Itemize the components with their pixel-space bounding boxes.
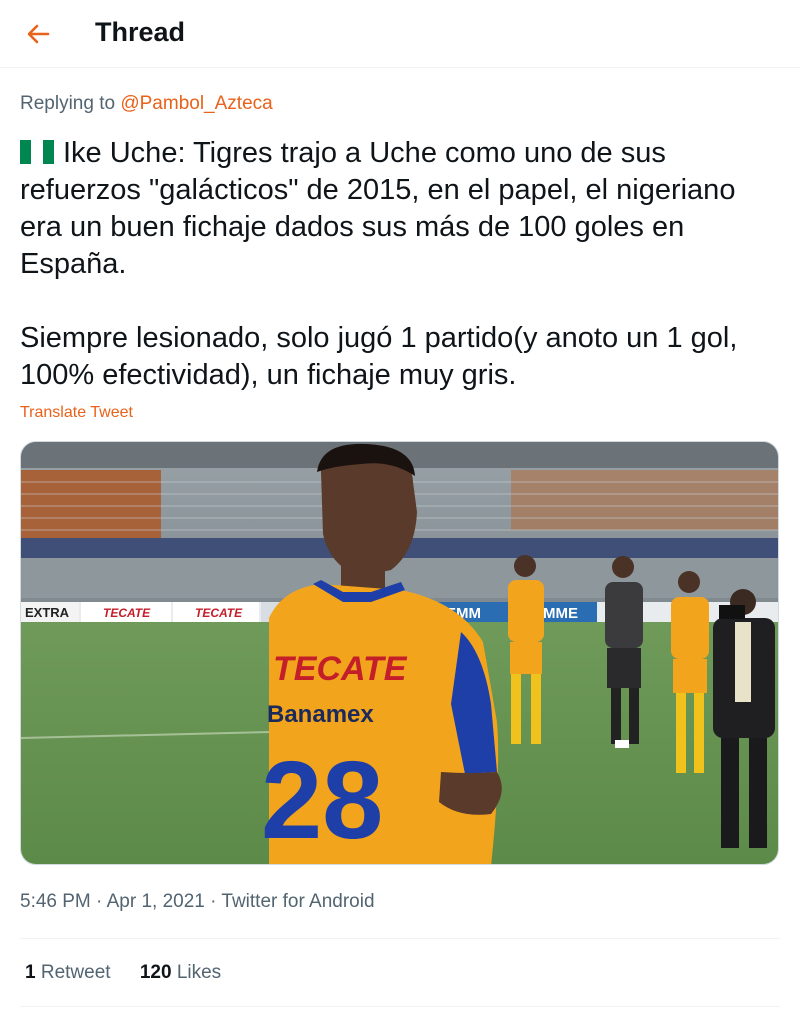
tweet-paragraph-1-text: Ike Uche: Tigres trajo a Uche como uno d… bbox=[20, 137, 736, 280]
retweets-label: Retweet bbox=[40, 962, 111, 983]
top-bar: Thread bbox=[0, 0, 800, 68]
tweet-source-link[interactable]: Twitter for Android bbox=[221, 891, 374, 912]
divider bbox=[20, 1006, 780, 1007]
retweets-count: 1 bbox=[25, 962, 36, 983]
back-button[interactable] bbox=[22, 18, 54, 50]
stadium-photo: EXTRA TECATE TECATE EMM EMME TECATE Bana… bbox=[21, 442, 778, 864]
divider bbox=[20, 938, 780, 939]
translate-tweet-link[interactable]: Translate Tweet bbox=[20, 404, 133, 422]
jersey-number: 28 bbox=[261, 739, 383, 862]
tweet-date[interactable]: Apr 1, 2021 bbox=[107, 891, 205, 912]
meta-separator: · bbox=[96, 891, 103, 912]
likes-stat[interactable]: 120 Likes bbox=[140, 962, 221, 984]
jersey-sponsor-2: Banamex bbox=[267, 701, 374, 728]
tweet-paragraph-2: Siempre lesionado, solo jugó 1 partido(y… bbox=[20, 322, 738, 391]
tweet-text: Ike Uche: Tigres trajo a Uche como uno d… bbox=[20, 135, 790, 394]
likes-count: 120 bbox=[139, 962, 172, 983]
likes-label: Likes bbox=[176, 962, 222, 983]
page-title: Thread bbox=[95, 17, 186, 47]
board-ad-3: TECATE bbox=[195, 606, 243, 620]
tweet-stats: 1 Retweet 120 Likes bbox=[25, 962, 245, 984]
tweet-paragraph-1: Ike Uche: Tigres trajo a Uche como uno d… bbox=[20, 135, 790, 283]
board-ad-1: EXTRA bbox=[25, 605, 70, 620]
replying-handle-link[interactable]: @Pambol_Azteca bbox=[120, 93, 272, 114]
tweet-time: 5:46 PM bbox=[20, 891, 91, 912]
jersey-sponsor: TECATE bbox=[273, 650, 408, 688]
replying-to: Replying to @Pambol_Azteca bbox=[20, 93, 273, 115]
board-ad-2: TECATE bbox=[103, 606, 151, 620]
tweet-media-image[interactable]: EXTRA TECATE TECATE EMM EMME TECATE Bana… bbox=[20, 441, 779, 865]
meta-separator: · bbox=[210, 891, 217, 912]
arrow-left-icon bbox=[27, 24, 50, 44]
retweets-stat[interactable]: 1 Retweet bbox=[25, 962, 111, 984]
nigeria-flag-icon bbox=[20, 140, 54, 164]
replying-prefix: Replying to bbox=[20, 93, 116, 114]
tweet-metadata: 5:46 PM · Apr 1, 2021 · Twitter for Andr… bbox=[20, 891, 375, 913]
